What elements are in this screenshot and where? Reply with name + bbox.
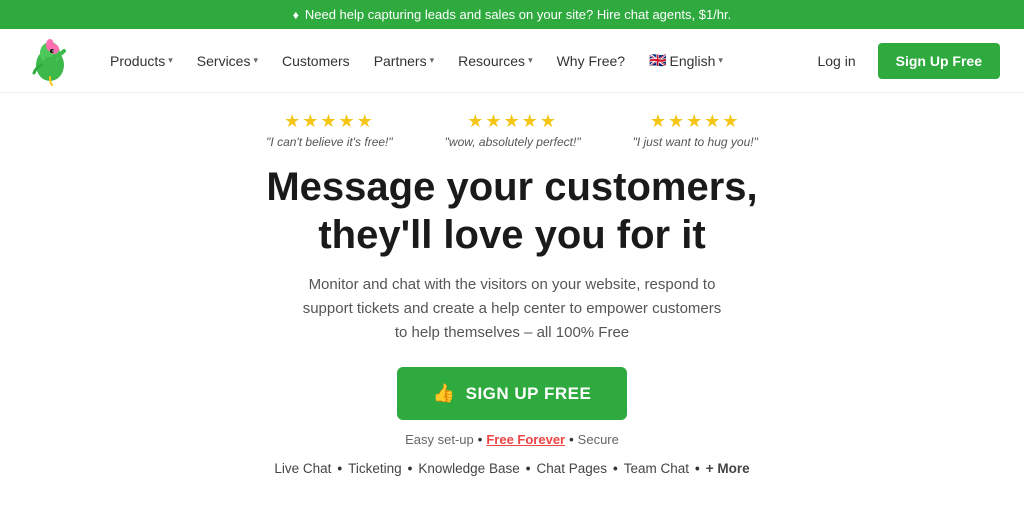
hero-headline: Message your customers, they'll love you… (266, 163, 757, 259)
feature-knowledge-base: Knowledge Base (418, 461, 519, 476)
products-chevron-icon: ▾ (168, 55, 173, 66)
review-3: ★★★★★ "I just want to hug you!" (633, 111, 758, 149)
partners-chevron-icon: ▾ (430, 55, 435, 66)
feature-list: Live Chat • Ticketing • Knowledge Base •… (274, 461, 749, 476)
reviews-row: ★★★★★ "I can't believe it's free!" ★★★★★… (266, 111, 758, 149)
hero-section: ★★★★★ "I can't believe it's free!" ★★★★★… (0, 93, 1024, 476)
feature-chat-pages: Chat Pages (536, 461, 607, 476)
signup-button[interactable]: Sign Up Free (878, 43, 1000, 79)
stars-2: ★★★★★ (467, 111, 558, 132)
diamond-icon: ♦ (293, 8, 299, 22)
feature-ticketing: Ticketing (348, 461, 402, 476)
nav-right: Log in Sign Up Free (807, 43, 1000, 79)
nav-services[interactable]: Services ▾ (187, 47, 268, 75)
nav-links: Products ▾ Services ▾ Customers Partners… (100, 46, 807, 75)
stars-1: ★★★★★ (284, 111, 375, 132)
cta-signup-button[interactable]: 👍 SIGN UP FREE (397, 367, 628, 420)
badge-easy: Easy set-up (405, 432, 474, 447)
banner-text: Need help capturing leads and sales on y… (305, 7, 731, 22)
quote-3: "I just want to hug you!" (633, 135, 758, 149)
resources-chevron-icon: ▾ (528, 55, 533, 66)
bullet-1: • (478, 432, 483, 447)
badge-secure: Secure (578, 432, 619, 447)
services-chevron-icon: ▾ (253, 55, 258, 66)
quote-2: "wow, absolutely perfect!" (445, 135, 581, 149)
badge-free: Free Forever (486, 432, 565, 447)
badge-row: Easy set-up • Free Forever • Secure (405, 432, 619, 447)
bullet-2: • (569, 432, 574, 447)
nav-products[interactable]: Products ▾ (100, 47, 183, 75)
nav-customers[interactable]: Customers (272, 47, 360, 75)
language-chevron-icon: ▾ (718, 55, 723, 66)
nav-whyfree[interactable]: Why Free? (547, 47, 635, 75)
stars-3: ★★★★★ (650, 111, 741, 132)
main-nav: Products ▾ Services ▾ Customers Partners… (0, 29, 1024, 93)
review-1: ★★★★★ "I can't believe it's free!" (266, 111, 393, 149)
feature-team-chat: Team Chat (624, 461, 689, 476)
nav-partners[interactable]: Partners ▾ (364, 47, 444, 75)
hero-subtext: Monitor and chat with the visitors on yo… (302, 273, 722, 345)
feature-live-chat: Live Chat (274, 461, 331, 476)
nav-language[interactable]: 🇬🇧 English ▾ (639, 46, 733, 75)
top-banner: ♦ Need help capturing leads and sales on… (0, 0, 1024, 29)
logo-area[interactable] (24, 35, 76, 87)
quote-1: "I can't believe it's free!" (266, 135, 393, 149)
nav-resources[interactable]: Resources ▾ (448, 47, 542, 75)
thumbs-up-icon: 👍 (433, 383, 456, 404)
cta-label: SIGN UP FREE (466, 384, 592, 404)
logo-parrot (24, 35, 76, 87)
login-button[interactable]: Log in (807, 47, 865, 75)
review-2: ★★★★★ "wow, absolutely perfect!" (445, 111, 581, 149)
feature-more: + More (706, 461, 750, 476)
flag-icon: 🇬🇧 (649, 52, 666, 69)
